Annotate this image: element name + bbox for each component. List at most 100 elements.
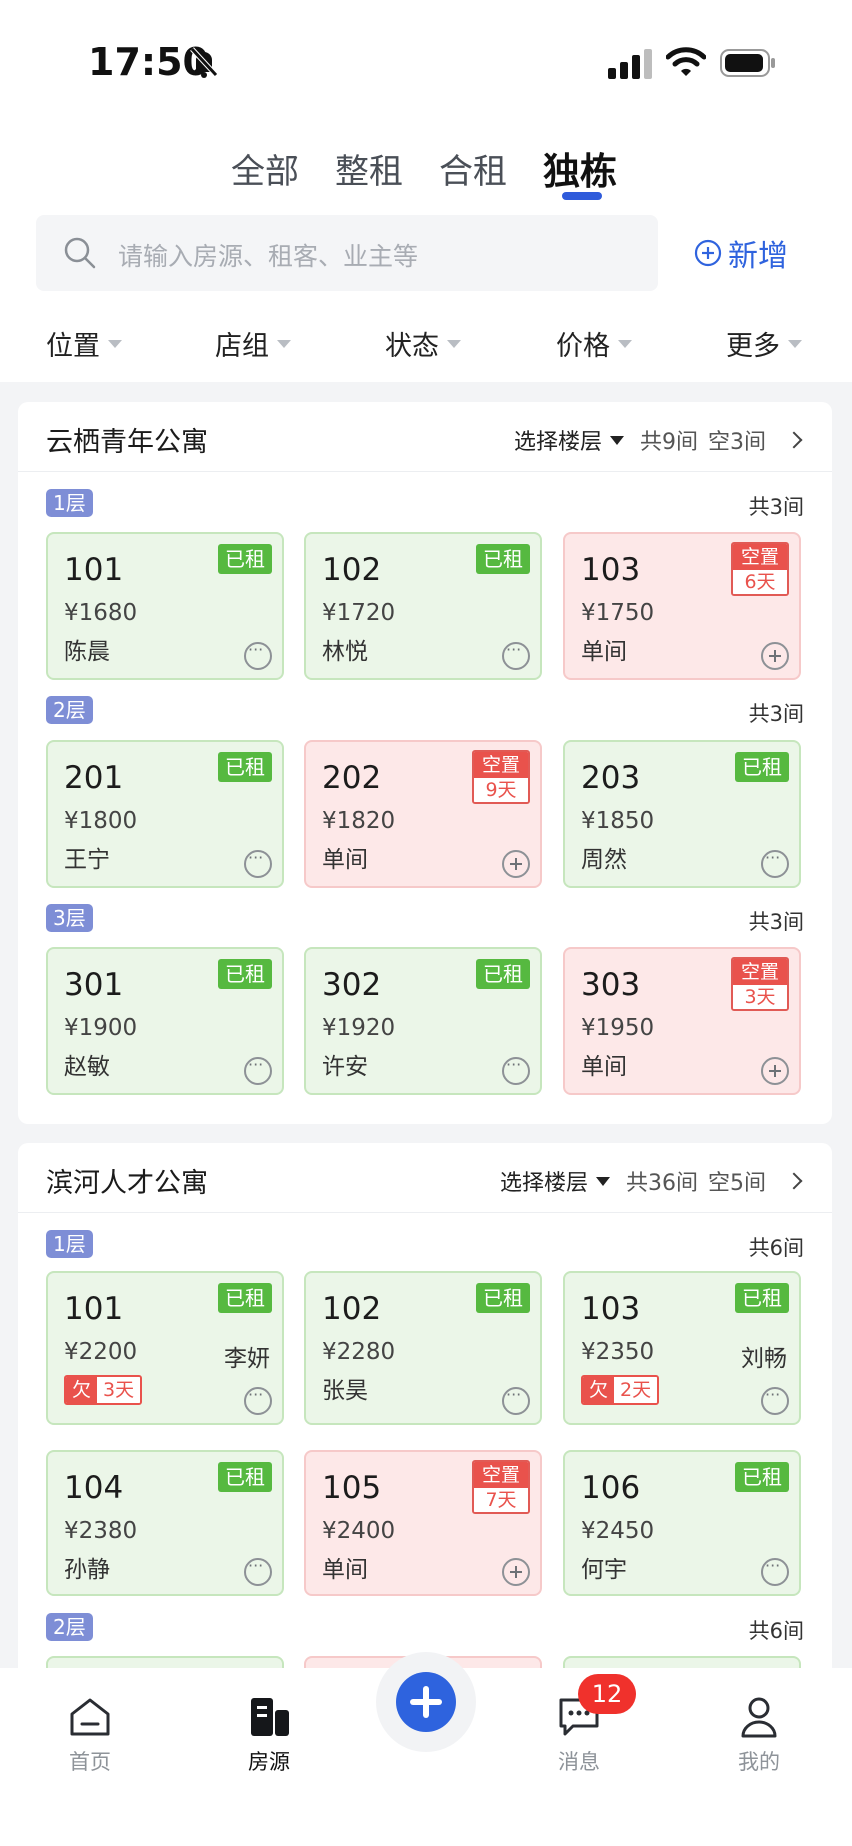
tab-all[interactable]: 全部 — [231, 144, 299, 193]
building-meta[interactable]: 选择楼层 共36间 空5间 — [500, 1165, 803, 1197]
caret-down-icon — [596, 1176, 610, 1186]
tenant-name: 张昊 — [322, 1378, 368, 1404]
building-meta[interactable]: 选择楼层 共9间 空3间 — [514, 424, 803, 456]
room-number: 303 — [581, 967, 641, 1003]
tab-detached[interactable]: 独栋 — [543, 141, 617, 195]
room-card[interactable]: 203 已租 ¥1850 周然 — [563, 740, 801, 888]
room-price: ¥1900 — [64, 1015, 138, 1041]
room-card[interactable]: 103 空置 6天 ¥1750 单间 — [563, 532, 801, 680]
status-bar: 17:50 — [0, 0, 852, 120]
room-card[interactable]: 201 已租 ¥1800 王宁 — [46, 740, 284, 888]
filter-more[interactable]: 更多 — [726, 324, 802, 363]
chevron-right-icon — [785, 1172, 803, 1190]
home-icon — [70, 1698, 110, 1736]
room-empty: 空5间 — [708, 1171, 766, 1196]
nav-listings[interactable]: 房源 — [219, 1692, 319, 1776]
rented-tag: 已租 — [218, 752, 272, 782]
floor-count: 共6间 — [748, 1236, 804, 1260]
caret-down-icon — [277, 339, 291, 348]
tab-shared-rent[interactable]: 合租 — [439, 144, 507, 193]
room-number: 302 — [322, 967, 382, 1003]
building-name: 云栖青年公寓 — [46, 427, 208, 458]
room-card[interactable]: 301 已租 ¥1900 赵敏 — [46, 947, 284, 1095]
vacant-days: 6天 — [733, 570, 787, 594]
floor-badge: 3层 — [46, 904, 93, 932]
room-card[interactable]: 303 空置 3天 ¥1950 单间 — [563, 947, 801, 1095]
tenant-name: 赵敏 — [64, 1054, 110, 1080]
filter-price-label: 价格 — [556, 331, 610, 362]
room-card[interactable]: 202 空置 9天 ¥1820 单间 — [304, 740, 542, 888]
tab-whole-rent[interactable]: 整租 — [335, 144, 403, 193]
rented-tag: 已租 — [218, 1462, 272, 1492]
rented-tag: 已租 — [218, 544, 272, 574]
filter-status[interactable]: 状态 — [385, 324, 461, 363]
room-card[interactable]: 101 已租 ¥2200 李妍 欠 3天 — [46, 1271, 284, 1425]
more-icon[interactable] — [502, 1055, 530, 1085]
room-card[interactable]: 106 已租 ¥2450 何宇 — [563, 1450, 801, 1596]
room-card[interactable]: 105 空置 7天 ¥2400 单间 — [304, 1450, 542, 1596]
more-icon[interactable] — [502, 640, 530, 670]
room-card[interactable]: 104 已租 ¥2380 孙静 — [46, 1450, 284, 1596]
room-price: ¥2280 — [322, 1339, 396, 1365]
cellular-signal-icon — [608, 49, 652, 79]
vacant-label: 空置 — [733, 959, 787, 985]
add-floating-button[interactable] — [376, 1652, 476, 1752]
room-card[interactable]: 101 已租 ¥1680 陈晨 — [46, 532, 284, 680]
room-card[interactable]: 102 已租 ¥1720 林悦 — [304, 532, 542, 680]
rented-tag: 已租 — [735, 1462, 789, 1492]
more-icon[interactable] — [244, 1556, 272, 1586]
building-card: 滨河人才公寓 选择楼层 共36间 空5间 1层 共6间 101 已租 ¥2200… — [18, 1143, 832, 1716]
more-icon[interactable] — [761, 1385, 789, 1415]
user-icon — [741, 1697, 777, 1738]
category-tabs: 全部 整租 合租 独栋 — [0, 134, 852, 204]
more-icon[interactable] — [502, 1385, 530, 1415]
building-name: 滨河人才公寓 — [46, 1168, 208, 1199]
add-tenant-icon[interactable] — [502, 1558, 530, 1586]
more-icon[interactable] — [244, 640, 272, 670]
filter-more-label: 更多 — [726, 331, 780, 362]
vacant-label: 空置 — [474, 1462, 528, 1488]
search-placeholder: 请输入房源、租客、业主等 — [118, 242, 419, 271]
more-icon[interactable] — [244, 1055, 272, 1085]
nav-profile[interactable]: 我的 — [709, 1692, 809, 1776]
vacant-days: 9天 — [474, 778, 528, 802]
room-card[interactable]: 302 已租 ¥1920 许安 — [304, 947, 542, 1095]
room-card[interactable]: 103 已租 ¥2350 刘畅 欠 2天 — [563, 1271, 801, 1425]
building-card: 云栖青年公寓 选择楼层 共9间 空3间 1层 共3间 101 已租 ¥1680 … — [18, 402, 832, 1124]
floor-badge: 1层 — [46, 1230, 93, 1258]
rented-tag: 已租 — [218, 959, 272, 989]
search-input[interactable]: 请输入房源、租客、业主等 — [36, 215, 658, 291]
tenant-name: 林悦 — [322, 639, 368, 665]
more-icon[interactable] — [761, 1556, 789, 1586]
room-number: 105 — [322, 1470, 382, 1506]
arrears-label: 欠 — [583, 1377, 615, 1403]
room-price: ¥1920 — [322, 1015, 396, 1041]
add-tenant-icon[interactable] — [761, 1057, 789, 1085]
room-price: ¥1680 — [64, 600, 138, 626]
room-card[interactable]: 102 已租 ¥2280 张昊 — [304, 1271, 542, 1425]
vacant-label: 空置 — [733, 544, 787, 570]
add-tenant-icon[interactable] — [502, 850, 530, 878]
more-icon[interactable] — [761, 848, 789, 878]
caret-down-icon — [788, 339, 802, 348]
room-number: 201 — [64, 760, 124, 796]
wifi-icon — [666, 47, 706, 76]
arrears-days: 3天 — [97, 1377, 141, 1403]
filter-price[interactable]: 价格 — [556, 324, 632, 363]
filter-store-group[interactable]: 店组 — [215, 324, 291, 363]
more-icon[interactable] — [244, 1385, 272, 1415]
active-tab-indicator — [562, 192, 602, 200]
floor-count: 共6间 — [748, 1619, 804, 1643]
room-number: 102 — [322, 552, 382, 588]
room-price: ¥2380 — [64, 1518, 138, 1544]
plus-icon — [396, 1672, 456, 1732]
vacant-tag: 空置 9天 — [472, 750, 530, 804]
add-tenant-icon[interactable] — [761, 642, 789, 670]
filter-location[interactable]: 位置 — [46, 324, 122, 363]
add-new-button[interactable]: 新增 — [694, 233, 788, 274]
more-icon[interactable] — [244, 848, 272, 878]
tenant-name: 王宁 — [64, 847, 110, 873]
add-new-label: 新增 — [728, 239, 788, 274]
bell-muted-icon — [190, 47, 218, 78]
nav-home[interactable]: 首页 — [40, 1692, 140, 1776]
